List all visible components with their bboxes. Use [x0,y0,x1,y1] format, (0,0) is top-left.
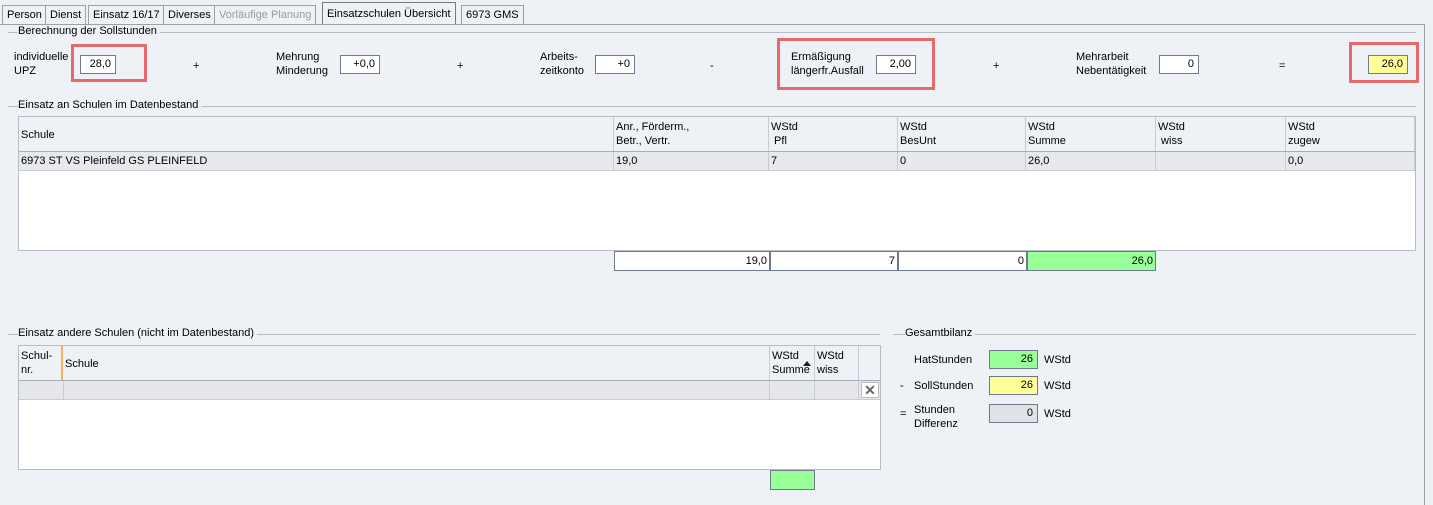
col-header-wstd-wiss[interactable]: WStd wiss [815,346,859,380]
sum-wstd-pfl: 7 [770,251,898,271]
nebentaetigkeit-label: Nebentätigkeit [1076,65,1147,77]
mehrarbeit-label: Mehrarbeit [1076,51,1129,63]
equals-sign: = [1279,60,1286,72]
cell-schule[interactable] [64,381,770,399]
differenz-label: Stunden [914,404,955,416]
new-row[interactable] [19,381,880,400]
col-header-wstd-zugew[interactable]: WStd zugew [1286,117,1415,151]
tab-divider [0,24,1425,25]
einsatz-schulen-table: Schule Anr., Förderm., Betr., Vertr. WStd… [18,116,1416,251]
cell-wstd-wiss [1156,152,1286,170]
group-title-gesamtbilanz: Gesamtbilanz [905,327,976,339]
table-header: Schul-nr. Schule WStd Summe WStd wiss [19,346,880,381]
col-header-wstd-wiss[interactable]: WStd wiss [1156,117,1286,151]
upz-label-2: UPZ [14,65,36,77]
sum-wstd-summe: 26,0 [1027,251,1156,271]
col-header-anrechnung[interactable]: Anr., Förderm., Betr., Vertr. [614,117,769,151]
cell-schule: 6973 ST VS Pleinfeld GS PLEINFELD [19,152,614,170]
col-header-wstd-besunt[interactable]: WStd BesUnt [898,117,1026,151]
sum-andere-wstd-summe [770,470,815,490]
cell-wstd-zugew: 0,0 [1286,152,1415,170]
sollstunden-field: 26 [989,376,1038,395]
plus-sign: + [193,60,200,72]
minderung-label: Minderung [276,65,328,77]
group-line [8,106,1416,107]
cell-wstd-summe: 26,0 [1026,152,1156,170]
tab-vorlaeufige-planung: Vorläufige Planung [214,5,317,25]
cell-wstd-pfl: 7 [769,152,898,170]
tab-dienst[interactable]: Dienst [45,5,87,25]
minus-sign: - [710,60,714,72]
plus-sign: + [457,60,464,72]
arbeitszeitkonto-label: Arbeits- [540,51,578,63]
group-title-sollstunden: Berechnung der Sollstunden [18,25,160,37]
unit-label: WStd [1044,408,1071,420]
unit-label: WStd [1044,354,1071,366]
mehrarbeit-field[interactable]: 0 [1159,55,1199,74]
sum-wstd-besunt: 0 [898,251,1027,271]
group-line [8,32,1416,33]
col-header-wstd-summe[interactable]: WStd Summe [770,346,815,380]
col-header-wstd-pfl[interactable]: WStd Pfl [769,117,898,151]
mehrung-label: Mehrung [276,51,320,63]
col-header-schulnr[interactable]: Schul-nr. [19,346,63,380]
unit-label: WStd [1044,380,1071,392]
plus-sign: + [993,60,1000,72]
tab-diverses[interactable]: Diverses [163,5,216,25]
group-title-andere-schulen: Einsatz andere Schulen (nicht im Datenbe… [18,327,258,339]
tab-einsatzschulen-uebersicht[interactable]: Einsatzschulen Übersicht [322,2,456,25]
col-header-schule[interactable]: Schule [63,346,770,380]
highlight-box [1349,42,1419,83]
cell-wstd-besunt: 0 [898,152,1026,170]
arbeitszeitkonto-label-2: zeitkonto [540,65,585,77]
andere-schulen-table: Schul-nr. Schule WStd Summe WStd wiss ✕ [18,345,881,470]
panel-border [1424,24,1425,505]
sollstunden-label: SollStunden [914,380,974,392]
col-header-wstd-summe[interactable]: WStd Summe [1026,117,1156,151]
table-row[interactable]: 6973 ST VS Pleinfeld GS PLEINFELD 19,0 7… [19,152,1415,171]
differenz-label-2: Differenz [914,418,958,430]
table-header: Schule Anr., Förderm., Betr., Vertr. WStd… [19,117,1415,152]
cell-anrechnung: 19,0 [614,152,769,170]
group-title-einsatz-schulen: Einsatz an Schulen im Datenbestand [18,99,202,111]
differenz-field: 0 [989,404,1038,423]
cell-wstd-summe[interactable] [770,381,815,399]
equals-sign: = [900,408,907,420]
tab-einsatz[interactable]: Einsatz 16/17 [88,5,165,25]
delete-row-icon[interactable]: ✕ [861,382,879,398]
tab-person[interactable]: Person [2,5,47,25]
col-header-schule[interactable]: Schule [19,117,614,151]
mehrung-field[interactable]: +0,0 [340,55,380,74]
hatstunden-field: 26 [989,350,1038,369]
hatstunden-label: HatStunden [914,354,973,366]
highlight-box [777,38,935,90]
cell-wstd-wiss[interactable] [815,381,859,399]
sort-ascending-icon [803,361,811,366]
minus-sign: - [900,380,904,392]
upz-label: individuelle [14,51,69,63]
tab-6973-gms[interactable]: 6973 GMS [461,5,524,25]
highlight-box [71,44,147,82]
cell-schulnr[interactable] [19,381,64,399]
arbeitszeitkonto-field[interactable]: +0 [595,55,635,74]
sum-anrechnung: 19,0 [614,251,770,271]
